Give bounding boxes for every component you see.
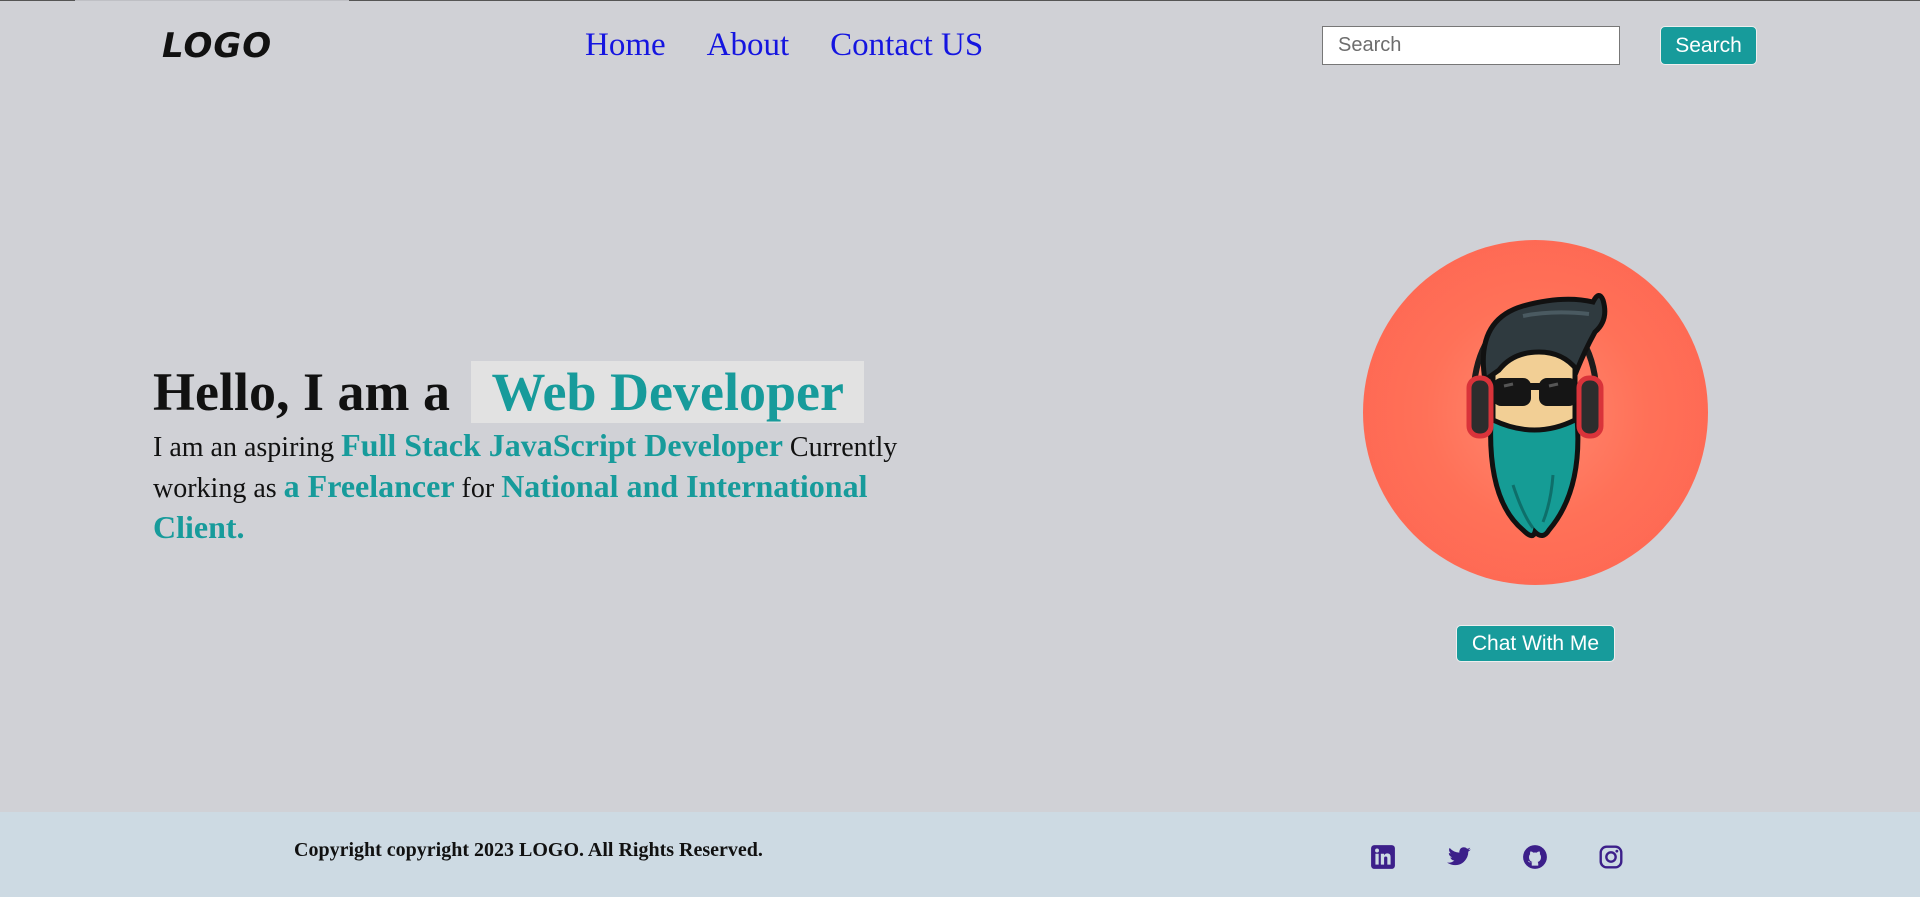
copyright-text: Copyright copyright 2023 LOGO. All Right… [294, 839, 763, 861]
intro-text-3: for [454, 473, 502, 504]
hero-title-role: Web Developer [471, 361, 864, 423]
chat-with-me-button[interactable]: Chat With Me [1456, 625, 1615, 662]
search-input[interactable] [1322, 26, 1620, 65]
social-links [1370, 844, 1674, 870]
main-nav: Home About Contact US [585, 24, 1024, 66]
hero-title: Hello, I am a Web Developer [153, 360, 864, 424]
bearded-man-headphones-icon [1466, 293, 1608, 538]
intro-highlight-role: Full Stack JavaScript Developer [341, 427, 783, 463]
intro-highlight-freelancer: a Freelancer [283, 468, 455, 504]
intro-text-1: I am an aspiring [153, 432, 342, 463]
instagram-icon[interactable] [1598, 844, 1624, 870]
search-button[interactable]: Search [1660, 26, 1757, 65]
hero-intro: I am an aspiring Full Stack JavaScript D… [153, 426, 953, 549]
site-footer: Copyright copyright 2023 LOGO. All Right… [0, 812, 1920, 897]
site-header: LOGO Home About Contact US Search [0, 0, 1920, 92]
hero-title-prefix: Hello, I am a [153, 362, 450, 422]
nav-about[interactable]: About [707, 24, 790, 66]
logo[interactable]: LOGO [162, 26, 272, 66]
nav-home[interactable]: Home [585, 24, 666, 66]
avatar [1363, 240, 1708, 585]
github-icon[interactable] [1522, 844, 1548, 870]
twitter-icon[interactable] [1446, 844, 1472, 870]
nav-contact-us[interactable]: Contact US [830, 24, 983, 66]
linkedin-icon[interactable] [1370, 844, 1396, 870]
